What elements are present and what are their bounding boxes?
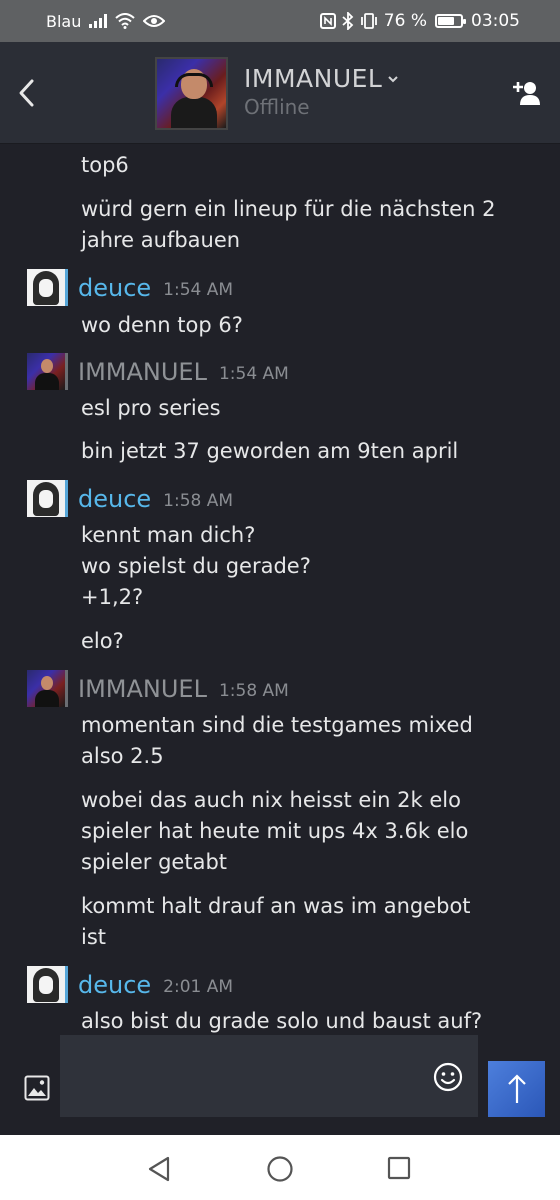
message-group-header: deuce 2:01 AM	[27, 966, 233, 1003]
nav-recents-icon[interactable]	[387, 1156, 411, 1184]
emoji-icon[interactable]	[433, 1062, 463, 1092]
avatar[interactable]	[27, 966, 68, 1003]
message-text: esl pro series	[81, 396, 221, 420]
nfc-icon	[319, 13, 336, 29]
avatar[interactable]	[27, 353, 68, 390]
message-text: top6	[81, 153, 129, 177]
back-icon[interactable]	[14, 76, 42, 110]
chat-header: IMMANUEL Offline	[0, 42, 560, 144]
signal-icon	[89, 14, 108, 28]
message-input[interactable]	[60, 1035, 478, 1117]
message-group-header: deuce 1:54 AM	[27, 269, 233, 306]
message-time: 1:54 AM	[218, 363, 289, 384]
message-group-header: IMMANUEL 1:58 AM	[27, 670, 289, 707]
battery-percent: 76 %	[383, 11, 427, 31]
sender-name[interactable]: IMMANUEL	[78, 675, 207, 703]
message-time: 1:54 AM	[163, 279, 234, 300]
message-text: kommt halt drauf an was im angebot ist	[81, 894, 471, 949]
send-arrow-icon	[507, 1074, 526, 1103]
message-time: 2:01 AM	[163, 976, 234, 997]
system-nav-bar	[0, 1135, 560, 1200]
status-bar: Blau 76 % 03:05	[0, 0, 560, 42]
eye-icon	[143, 14, 166, 28]
message-time: 1:58 AM	[163, 490, 234, 511]
vibrate-icon	[360, 13, 378, 29]
message-group-header: IMMANUEL 1:54 AM	[27, 353, 289, 390]
input-bar	[0, 1035, 560, 1135]
message-text: elo?	[81, 629, 124, 653]
wifi-icon	[115, 13, 136, 29]
add-friend-icon[interactable]	[512, 80, 540, 106]
image-icon[interactable]	[24, 1075, 50, 1101]
clock: 03:05	[471, 11, 520, 31]
message-time: 1:58 AM	[218, 680, 289, 701]
chevron-down-icon	[388, 75, 399, 82]
message-list[interactable]: top6 würd gern ein lineup für die nächst…	[0, 145, 560, 1035]
nav-home-icon[interactable]	[266, 1155, 294, 1187]
contact-name-dropdown[interactable]: IMMANUEL	[244, 64, 399, 93]
message-text: wo denn top 6?	[81, 313, 243, 337]
message-group-header: deuce 1:58 AM	[27, 480, 233, 517]
avatar[interactable]	[27, 480, 68, 517]
contact-status: Offline	[244, 95, 310, 119]
contact-name: IMMANUEL	[244, 64, 383, 93]
send-button[interactable]	[488, 1061, 545, 1117]
message-text: kennt man dich? wo spielst du gerade? +1…	[81, 523, 311, 609]
sender-name[interactable]: deuce	[78, 971, 151, 999]
contact-avatar[interactable]	[155, 57, 228, 130]
message-text: bin jetzt 37 geworden am 9ten april	[81, 439, 459, 463]
bluetooth-icon	[342, 12, 354, 30]
nav-back-icon[interactable]	[147, 1156, 171, 1186]
avatar[interactable]	[27, 269, 68, 306]
avatar[interactable]	[27, 670, 68, 707]
sender-name[interactable]: deuce	[78, 274, 151, 302]
message-text: also bist du grade solo und baust auf?	[81, 1009, 483, 1033]
sender-name[interactable]: deuce	[78, 485, 151, 513]
message-text: würd gern ein lineup für die nächsten 2 …	[81, 197, 496, 252]
carrier-label: Blau	[46, 11, 82, 31]
message-text: momentan sind die testgames mixed also 2…	[81, 713, 473, 768]
message-text: wobei das auch nix heisst ein 2k elo spi…	[81, 788, 469, 874]
battery-icon	[435, 14, 466, 28]
sender-name[interactable]: IMMANUEL	[78, 358, 207, 386]
